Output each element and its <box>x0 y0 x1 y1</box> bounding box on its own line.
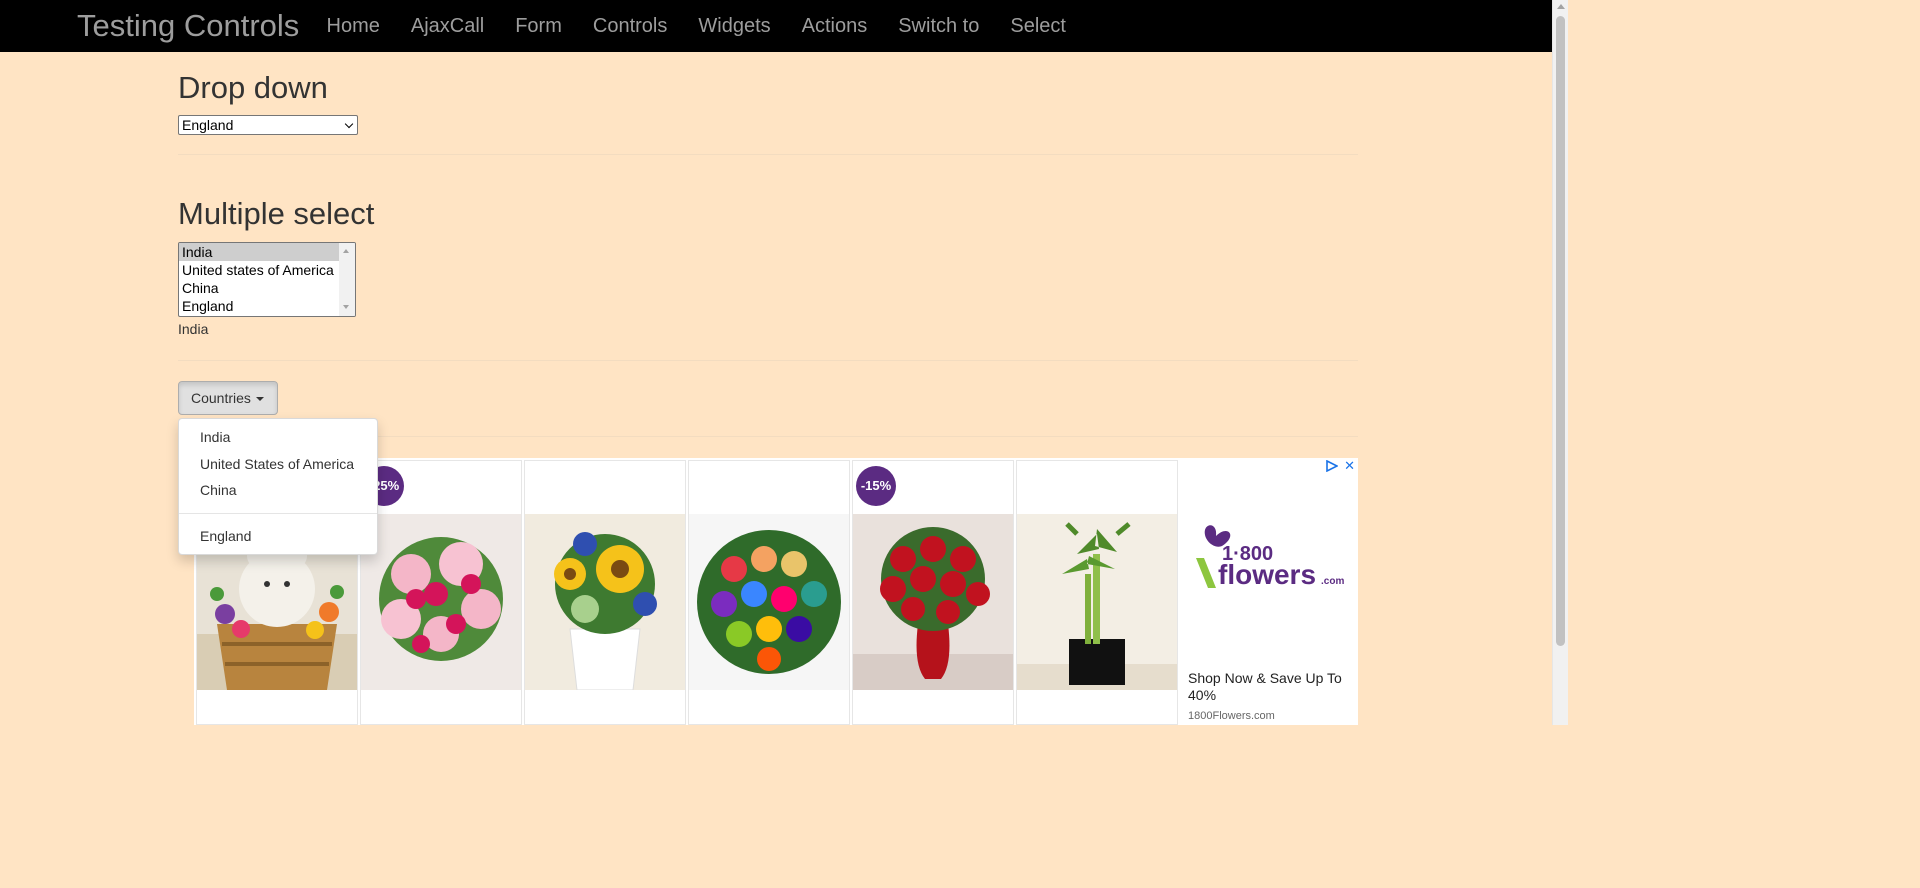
nav-form[interactable]: Form <box>500 0 578 52</box>
product-image <box>525 514 685 690</box>
list-scrollbar[interactable] <box>339 243 355 316</box>
nav-controls[interactable]: Controls <box>577 0 682 52</box>
countries-button-label: Countries <box>191 390 251 406</box>
countries-dropdown-button[interactable]: Countries <box>178 381 278 415</box>
nav-ajaxcall[interactable]: AjaxCall <box>395 0 499 52</box>
ad-headline[interactable]: Shop Now & Save Up To 40% <box>1188 670 1354 704</box>
nav-links: Home AjaxCall Form Controls Widgets Acti… <box>311 0 1081 52</box>
ad-product-card[interactable] <box>688 460 850 725</box>
scrollbar-thumb[interactable] <box>1556 16 1565 646</box>
nav-home[interactable]: Home <box>311 0 395 52</box>
menu-divider <box>179 513 377 514</box>
multi-option-usa[interactable]: United states of America <box>179 261 355 279</box>
multiple-select-heading: Multiple select <box>178 196 375 231</box>
menu-item-china[interactable]: China <box>200 482 237 498</box>
adchoices-icon[interactable] <box>1326 460 1338 472</box>
svg-text:.com: .com <box>1321 576 1344 587</box>
scroll-down-arrow-icon[interactable] <box>343 305 349 309</box>
close-ad-icon[interactable]: ✕ <box>1344 458 1355 474</box>
country-select-value: England <box>182 117 234 133</box>
countries-dropdown-menu: India United States of America China Eng… <box>178 418 378 555</box>
svg-text:flowers: flowers <box>1218 559 1316 590</box>
nav-actions[interactable]: Actions <box>786 0 883 52</box>
country-select[interactable]: England <box>178 115 358 135</box>
scroll-up-arrow-icon[interactable] <box>343 249 349 253</box>
drop-down-heading: Drop down <box>178 70 328 105</box>
ad-product-card[interactable]: -25% <box>360 460 522 725</box>
menu-item-england[interactable]: England <box>200 528 251 544</box>
divider <box>178 360 1358 361</box>
multi-option-england[interactable]: England <box>179 297 355 315</box>
menu-item-usa[interactable]: United States of America <box>200 456 354 472</box>
ad-product-card[interactable] <box>1016 460 1178 725</box>
ad-domain[interactable]: 1800Flowers.com <box>1188 710 1275 722</box>
menu-item-india[interactable]: India <box>200 429 230 445</box>
ad-product-card[interactable]: -15% <box>852 460 1014 725</box>
top-navbar: Testing Controls Home AjaxCall Form Cont… <box>0 0 1552 52</box>
ad-product-card[interactable] <box>524 460 686 725</box>
product-image <box>1017 514 1177 690</box>
caret-down-icon <box>256 397 264 401</box>
product-image <box>361 514 521 690</box>
product-image <box>689 514 849 690</box>
discount-badge: -15% <box>856 466 896 506</box>
multi-option-china[interactable]: China <box>179 279 355 297</box>
multi-select-result: India <box>178 321 209 337</box>
chevron-down-icon <box>344 119 354 129</box>
nav-select[interactable]: Select <box>995 0 1082 52</box>
nav-widgets[interactable]: Widgets <box>683 0 786 52</box>
nav-switch-to[interactable]: Switch to <box>883 0 995 52</box>
multiple-select-list[interactable]: India United states of America China Eng… <box>178 242 356 317</box>
brand-link[interactable]: Testing Controls <box>77 7 299 45</box>
brand-logo: 1·800 flowers .com <box>1188 518 1352 603</box>
divider <box>178 154 1358 155</box>
scroll-up-arrow-icon[interactable] <box>1557 4 1565 9</box>
multi-option-india[interactable]: India <box>179 243 339 261</box>
page-scrollbar[interactable] <box>1552 0 1568 725</box>
product-image <box>853 514 1013 690</box>
